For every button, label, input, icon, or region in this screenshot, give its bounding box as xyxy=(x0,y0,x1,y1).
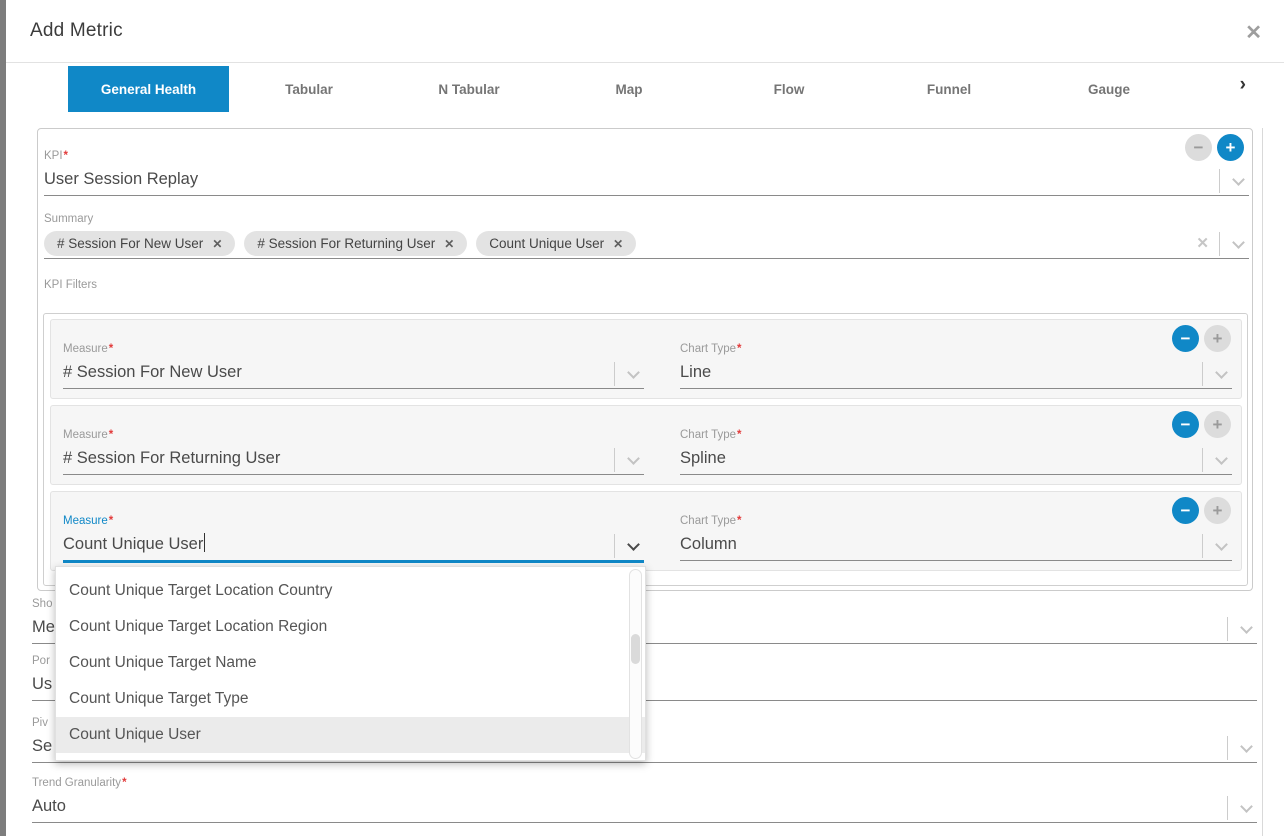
chevron-down-icon[interactable] xyxy=(1215,538,1228,551)
measure-row: − + Measure* Count Unique User Chart Typ… xyxy=(50,491,1242,571)
chart-type-tabs: General Health Tabular N Tabular Map Flo… xyxy=(68,66,1189,112)
chevron-down-icon[interactable] xyxy=(1240,800,1253,813)
tab-gauge[interactable]: Gauge xyxy=(1029,66,1189,112)
chart-type-field: Chart Type* Line xyxy=(680,341,1232,389)
dropdown-option[interactable]: Count Unique Target Location Country xyxy=(56,573,645,609)
summary-multiselect[interactable]: . # Session For New User✕ # Session For … xyxy=(44,229,1249,259)
dropdown-option-highlighted[interactable]: Count Unique User xyxy=(56,717,645,753)
kpi-select[interactable]: User Session Replay xyxy=(44,166,1249,196)
chevron-down-icon[interactable] xyxy=(1240,740,1253,753)
chart-type-field: Chart Type* Column xyxy=(680,513,1232,561)
required-asterisk: * xyxy=(737,343,741,355)
tag-close-icon[interactable]: ✕ xyxy=(444,231,454,257)
measure-row: − + Measure* # Session For Returning Use… xyxy=(50,405,1242,485)
chevron-down-icon[interactable] xyxy=(627,366,640,379)
dropdown-option[interactable]: Count Unique Target Type xyxy=(56,681,645,717)
page-backdrop-edge xyxy=(0,0,6,836)
tab-n-tabular[interactable]: N Tabular xyxy=(389,66,549,112)
kpi-label: KPI* xyxy=(44,148,1249,166)
summary-tag[interactable]: # Session For Returning User✕ xyxy=(244,231,467,256)
tab-map[interactable]: Map xyxy=(549,66,709,112)
add-metric-modal: Add Metric ✕ General Health Tabular N Ta… xyxy=(0,0,1284,836)
measure-search-input[interactable]: Count Unique User xyxy=(63,531,644,563)
field-separator xyxy=(1219,232,1220,256)
dropdown-scrollbar[interactable] xyxy=(629,569,642,759)
dropdown-list: Count Unique Target Location City Count … xyxy=(56,566,645,753)
chart-type-select[interactable]: Column xyxy=(680,531,1232,561)
close-icon[interactable]: ✕ xyxy=(1245,20,1262,45)
measures-container: − + Measure* # Session For New User Char… xyxy=(43,313,1248,586)
measure-field: Measure* # Session For Returning User xyxy=(63,427,644,475)
header-divider xyxy=(6,62,1284,63)
summary-tags: # Session For New User✕ # Session For Re… xyxy=(44,231,636,256)
measure-select[interactable]: # Session For New User xyxy=(63,359,644,389)
dropdown-scrollbar-thumb[interactable] xyxy=(631,634,640,664)
required-asterisk: * xyxy=(109,429,113,441)
chevron-down-icon[interactable] xyxy=(1215,452,1228,465)
measure-options-dropdown: Count Unique Target Location City Count … xyxy=(55,566,646,761)
chart-type-select[interactable]: Line xyxy=(680,359,1232,389)
measure-row: − + Measure* # Session For New User Char… xyxy=(50,319,1242,399)
trend-granularity-label: Trend Granularity* xyxy=(32,775,1257,793)
trend-granularity-field: Trend Granularity* Auto xyxy=(32,775,1257,823)
summary-label: Summary xyxy=(44,211,1249,229)
tab-tabular[interactable]: Tabular xyxy=(229,66,389,112)
kpi-field: KPI* User Session Replay xyxy=(44,148,1249,196)
required-asterisk: * xyxy=(737,429,741,441)
tag-close-icon[interactable]: ✕ xyxy=(613,231,623,257)
chevron-down-icon[interactable] xyxy=(1215,366,1228,379)
required-asterisk: * xyxy=(737,515,741,527)
measure-field: Measure* Count Unique User xyxy=(63,513,644,563)
trend-granularity-select[interactable]: Auto xyxy=(32,793,1257,823)
required-asterisk: * xyxy=(109,515,113,527)
dropdown-option[interactable]: Count Unique Target Name xyxy=(56,645,645,681)
modal-title: Add Metric xyxy=(30,20,123,42)
required-asterisk: * xyxy=(122,777,126,789)
tag-close-icon[interactable]: ✕ xyxy=(212,231,222,257)
chart-type-field: Chart Type* Spline xyxy=(680,427,1232,475)
required-asterisk: * xyxy=(64,150,68,162)
measure-select[interactable]: # Session For Returning User xyxy=(63,445,644,475)
chevron-down-icon[interactable] xyxy=(1232,236,1245,249)
tab-funnel[interactable]: Funnel xyxy=(869,66,1029,112)
chevron-down-icon[interactable] xyxy=(1240,621,1253,634)
kpi-value: User Session Replay xyxy=(44,170,198,188)
kpi-filters-label: KPI Filters xyxy=(44,277,97,295)
content-right-divider xyxy=(1262,128,1263,836)
summary-tag[interactable]: # Session For New User✕ xyxy=(44,231,235,256)
required-asterisk: * xyxy=(109,343,113,355)
tab-general-health[interactable]: General Health xyxy=(68,66,229,112)
chevron-down-icon[interactable] xyxy=(627,538,640,551)
dropdown-option[interactable]: Count Unique Target Location Region xyxy=(56,609,645,645)
measure-field: Measure* # Session For New User xyxy=(63,341,644,389)
tab-flow[interactable]: Flow xyxy=(709,66,869,112)
field-separator xyxy=(1219,169,1220,193)
clear-all-icon[interactable]: ✕ xyxy=(1196,231,1209,257)
chevron-down-icon[interactable] xyxy=(1232,173,1245,186)
text-caret xyxy=(204,533,205,552)
chart-type-select[interactable]: Spline xyxy=(680,445,1232,475)
tabs-more-chevron-icon[interactable]: › xyxy=(1240,74,1246,96)
summary-field: Summary . # Session For New User✕ # Sess… xyxy=(44,211,1249,259)
dropdown-option-clipped[interactable]: Count Unique Target Location City xyxy=(56,566,645,573)
chevron-down-icon[interactable] xyxy=(627,452,640,465)
summary-tag[interactable]: Count Unique User✕ xyxy=(476,231,636,256)
